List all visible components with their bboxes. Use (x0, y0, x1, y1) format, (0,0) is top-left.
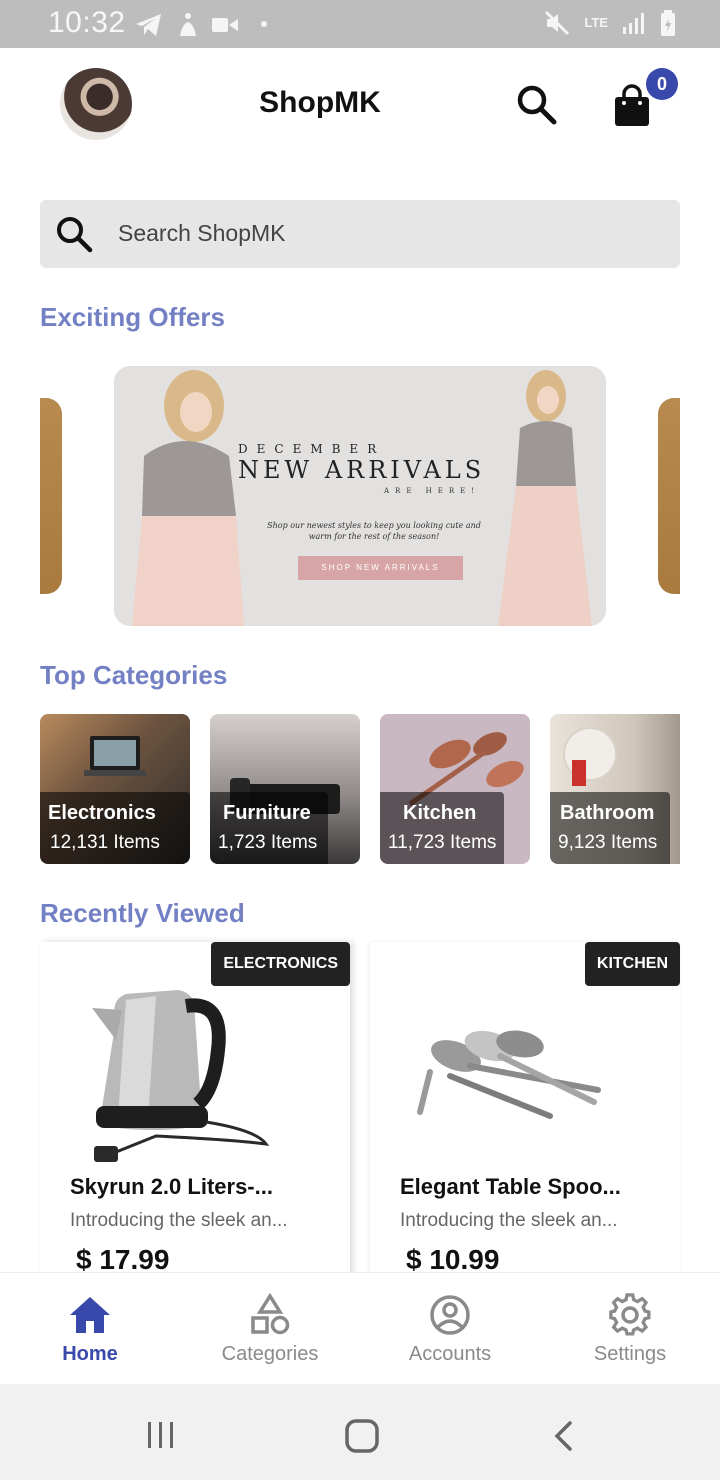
offers-title: Exciting Offers (40, 302, 225, 332)
nav-label: Accounts (408, 1343, 492, 1365)
telegram-icon (136, 14, 161, 36)
cart-count-badge: 0 (646, 68, 678, 100)
video-icon (212, 18, 238, 32)
shopping-bag-icon[interactable] (612, 84, 652, 128)
settings-icon (609, 1293, 651, 1336)
nav-home[interactable]: Home (0, 1273, 180, 1385)
product-description: Introducing the sleek an... (70, 1210, 288, 1231)
home-button-icon[interactable] (344, 1418, 380, 1454)
product-description: Introducing the sleek an... (400, 1210, 618, 1231)
search-icon[interactable] (514, 82, 558, 126)
category-count: 11,723 Items (388, 832, 497, 853)
category-kitchen[interactable]: Kitchen 11,723 Items (380, 714, 530, 864)
product-category-tag: KITCHEN (584, 942, 680, 986)
nav-label: Settings (593, 1343, 667, 1365)
category-name: Kitchen (403, 802, 477, 824)
banner-headline: NEW ARRIVALS (238, 456, 486, 484)
category-name: Bathroom (560, 802, 655, 824)
network-label: LTE (584, 15, 608, 30)
search-icon (57, 217, 93, 253)
nav-categories[interactable]: Categories (180, 1273, 360, 1385)
kettle-image (92, 990, 270, 1162)
offer-banner[interactable]: DECEMBER NEW ARRIVALS ARE HERE! Shop our… (114, 366, 606, 626)
product-card[interactable]: KITCHEN Elegant Table Spoo... Introducin… (370, 942, 680, 1282)
home-icon (70, 1297, 110, 1333)
banner-month: DECEMBER (238, 442, 386, 456)
battery-icon (661, 10, 675, 36)
status-bar: 10:32 LTE (0, 0, 720, 48)
mute-icon (545, 10, 570, 36)
category-name: Electronics (48, 802, 156, 824)
recent-title: Recently Viewed (40, 898, 245, 928)
category-electronics[interactable]: Electronics 12,131 Items (40, 714, 190, 864)
offer-slide-previous[interactable] (40, 398, 62, 594)
bottom-navigation: Home Categories Accounts Settings (0, 1272, 720, 1384)
system-navigation-bar (0, 1384, 720, 1480)
search-input[interactable]: Search ShopMK (40, 200, 680, 268)
mirror-image (563, 727, 617, 786)
category-count: 1,723 Items (218, 832, 318, 853)
category-bathroom[interactable]: Bathroom 9,123 Items (550, 714, 680, 864)
nav-settings[interactable]: Settings (540, 1273, 720, 1385)
banner-subhead: ARE HERE! (384, 487, 481, 495)
model-figure-left (132, 370, 244, 626)
banner-copy: Shop our newest styles to keep you looki… (267, 521, 481, 541)
nav-label: Home (62, 1343, 118, 1365)
product-name: Elegant Table Spoo... (400, 1174, 621, 1199)
nav-label: Categories (221, 1343, 319, 1365)
categories-icon (251, 1293, 290, 1335)
categories-title: Top Categories (40, 660, 228, 690)
status-time: 10:32 (48, 6, 126, 39)
spoons-image (417, 1030, 601, 1119)
recent-apps-icon[interactable] (146, 1420, 176, 1450)
back-icon[interactable] (552, 1420, 576, 1452)
shop-new-arrivals-button[interactable]: SHOP NEW ARRIVALS (298, 556, 463, 580)
category-name: Furniture (223, 802, 311, 824)
product-card[interactable]: ELECTRONICS Skyrun 2.0 Liters-... Introd… (40, 942, 350, 1282)
category-furniture[interactable]: Furniture 1,723 Items (210, 714, 360, 864)
offer-slide-next[interactable] (658, 398, 680, 594)
category-list: Electronics 12,131 Items Furniture 1,723… (40, 714, 680, 864)
accessibility-icon (180, 13, 196, 36)
category-count: 12,131 Items (50, 832, 160, 853)
product-name: Skyrun 2.0 Liters-... (70, 1174, 273, 1199)
signal-icon (623, 13, 644, 34)
dot-icon (261, 21, 267, 27)
model-figure-right (498, 370, 592, 626)
account-icon (430, 1295, 470, 1335)
category-count: 9,123 Items (558, 832, 658, 853)
laptop-image (84, 736, 146, 776)
nav-accounts[interactable]: Accounts (360, 1273, 540, 1385)
search-placeholder: Search ShopMK (118, 220, 286, 246)
